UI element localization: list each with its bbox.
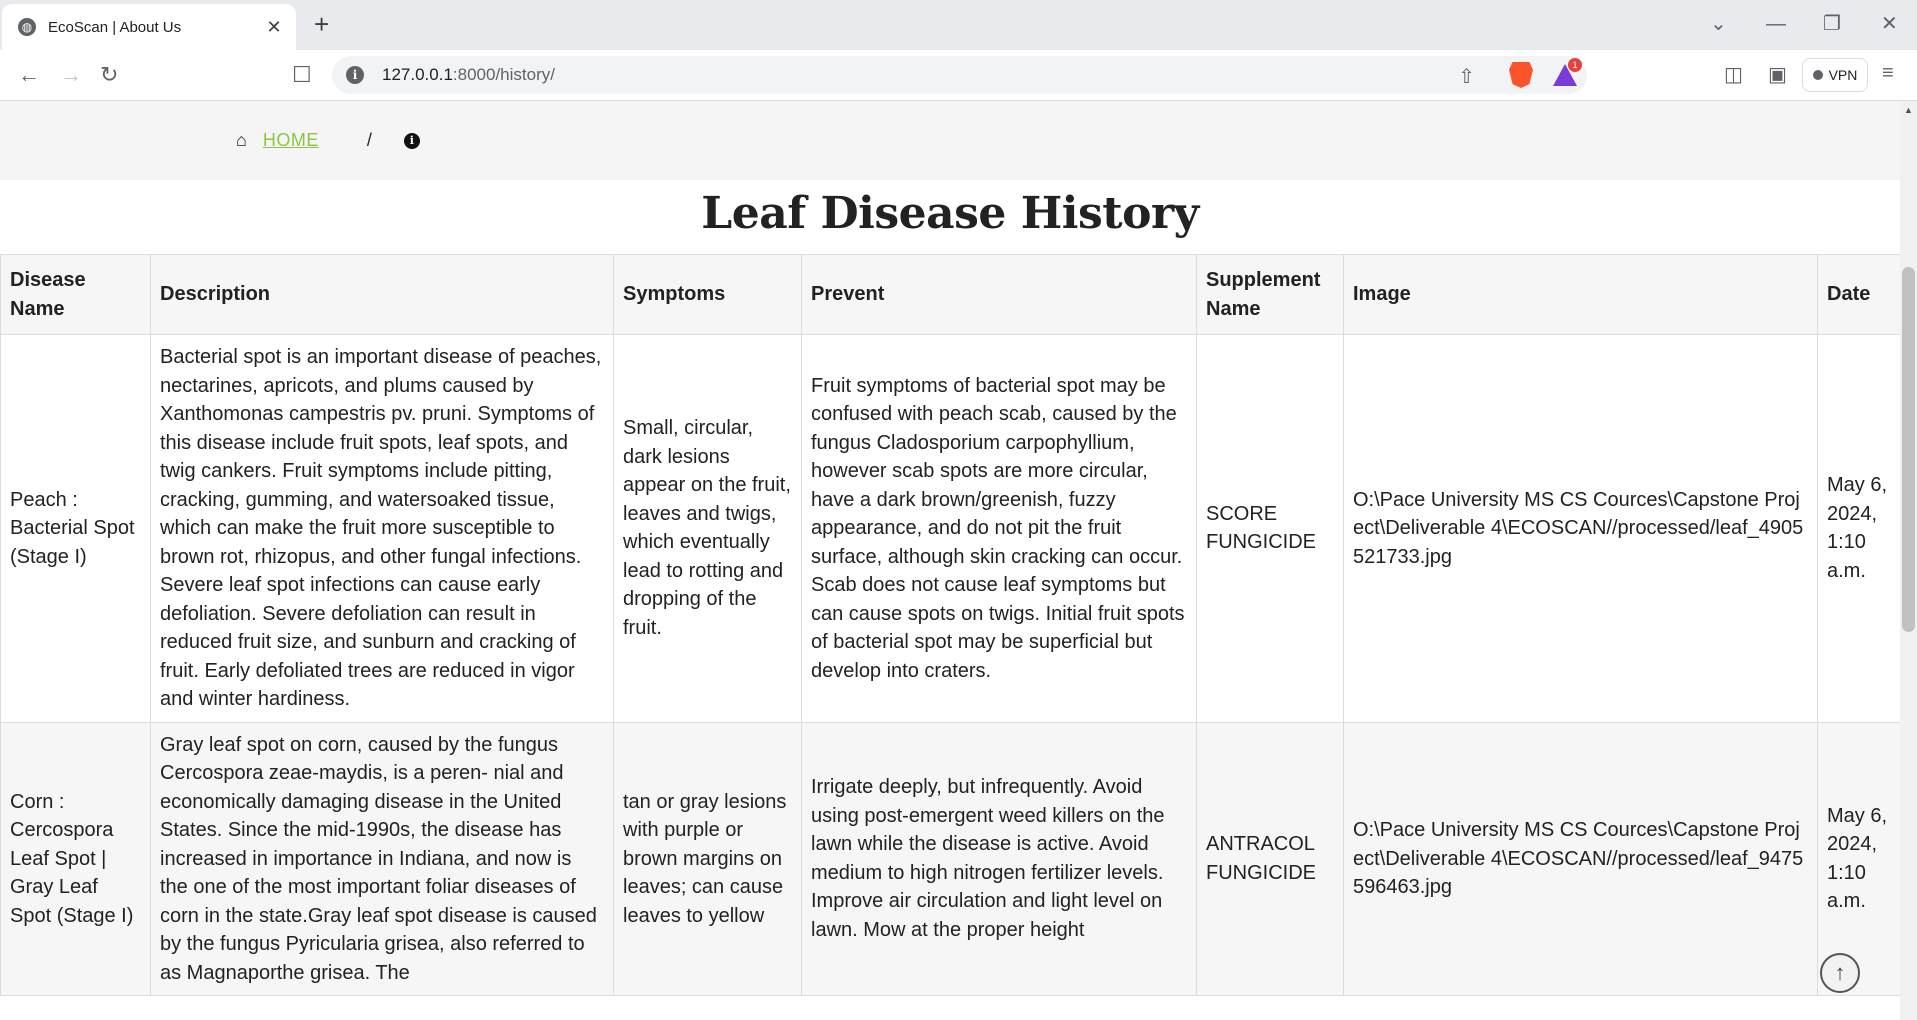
arrow-up-icon: ↑ [1834, 960, 1846, 985]
url-path: :8000/history/ [452, 65, 555, 84]
back-to-top-button[interactable]: ↑ [1820, 953, 1860, 993]
cell-description: Gray leaf spot on corn, caused by the fu… [150, 721, 614, 996]
cell-symptoms: tan or gray lesions with purple or brown… [613, 721, 802, 996]
breadcrumb-home-link[interactable]: HOME [263, 130, 319, 151]
rewards-badge: 1 [1568, 58, 1582, 72]
scrollbar-thumb[interactable] [1902, 267, 1915, 632]
address-bar[interactable]: i 127.0.0.1:8000/history/ ⇧ 1 [332, 56, 1587, 94]
brave-shields-icon[interactable] [1509, 62, 1533, 88]
site-info-icon[interactable]: i [346, 66, 364, 84]
cell-supplement: SCORE FUNGICIDE [1196, 334, 1344, 723]
forward-icon[interactable]: → [60, 62, 82, 88]
cell-prevent: Irrigate deeply, but infrequently. Avoid… [801, 721, 1197, 996]
minimize-icon[interactable]: — [1766, 10, 1786, 38]
cell-image-path: O:\Pace University MS CS Cources\Capston… [1343, 721, 1818, 996]
header-image: Image [1343, 254, 1818, 335]
scroll-up-icon[interactable]: ▲ [1904, 105, 1913, 115]
back-icon[interactable]: ← [18, 62, 40, 88]
history-table: Disease Name Description Symptoms Preven… [0, 254, 1901, 996]
breadcrumb: ⌂ HOME / i [0, 101, 1900, 180]
cell-date: May 6, 2024, 1:10 a.m. [1817, 334, 1901, 723]
new-tab-icon[interactable]: + [314, 10, 329, 38]
page-viewport: ⌂ HOME / i Leaf Disease History Disease … [0, 101, 1917, 1020]
header-symptoms: Symptoms [613, 254, 802, 335]
header-supplement-name: Supplement Name [1196, 254, 1344, 335]
header-description: Description [150, 254, 614, 335]
cell-prevent: Fruit symptoms of bacterial spot may be … [801, 334, 1197, 723]
vpn-button[interactable]: VPN [1802, 58, 1868, 92]
home-icon: ⌂ [236, 130, 247, 150]
table-header-row: Disease Name Description Symptoms Preven… [0, 254, 1901, 335]
sidebar-icon[interactable]: ◫ [1724, 62, 1743, 87]
globe-icon: ◍ [18, 18, 36, 36]
cell-supplement: ANTRACOL FUNGICIDE [1196, 721, 1344, 996]
header-disease-name: Disease Name [0, 254, 151, 335]
info-icon: i [403, 132, 420, 149]
header-date: Date [1817, 254, 1901, 335]
vpn-status-icon [1812, 70, 1823, 80]
browser-toolbar: ← → ↻ ☐ i 127.0.0.1:8000/history/ ⇧ 1 ◫ … [0, 50, 1917, 101]
table-row: Corn : Cercospora Leaf Spot | Gray Leaf … [0, 721, 1901, 996]
cell-disease-name: Peach : Bacterial Spot (Stage I) [0, 334, 151, 723]
cell-description: Bacterial spot is an important disease o… [150, 334, 614, 723]
url-host: 127.0.0.1 [382, 65, 453, 84]
share-icon[interactable]: ⇧ [1458, 64, 1475, 89]
tab-search-icon[interactable]: ⌄ [1710, 10, 1727, 38]
cell-image-path: O:\Pace University MS CS Cources\Capston… [1343, 334, 1818, 723]
url-text[interactable]: 127.0.0.1:8000/history/ [382, 65, 555, 85]
close-tab-icon[interactable]: ✕ [264, 17, 284, 38]
cell-symptoms: Small, circular, dark lesions appear on … [613, 334, 802, 723]
reload-icon[interactable]: ↻ [100, 62, 118, 88]
header-prevent: Prevent [801, 254, 1197, 335]
browser-tab[interactable]: ◍ EcoScan | About Us ✕ [2, 4, 296, 50]
page-scrollbar[interactable]: ▲ [1900, 101, 1917, 1020]
cell-disease-name: Corn : Cercospora Leaf Spot | Gray Leaf … [0, 721, 151, 996]
browser-tabstrip: ◍ EcoScan | About Us ✕ + ⌄ — ❐ ✕ [0, 0, 1917, 50]
close-window-icon[interactable]: ✕ [1881, 10, 1898, 38]
tab-title: EcoScan | About Us [48, 18, 182, 36]
wallet-icon[interactable]: ▣ [1768, 62, 1787, 87]
bookmark-icon[interactable]: ☐ [292, 62, 312, 88]
page-title: Leaf Disease History [701, 188, 1199, 239]
table-row: Peach : Bacterial Spot (Stage I) Bacteri… [0, 334, 1901, 723]
breadcrumb-separator: / [366, 130, 372, 150]
vpn-label: VPN [1828, 67, 1858, 83]
menu-icon[interactable]: ≡ [1882, 62, 1894, 85]
restore-icon[interactable]: ❐ [1823, 10, 1841, 38]
